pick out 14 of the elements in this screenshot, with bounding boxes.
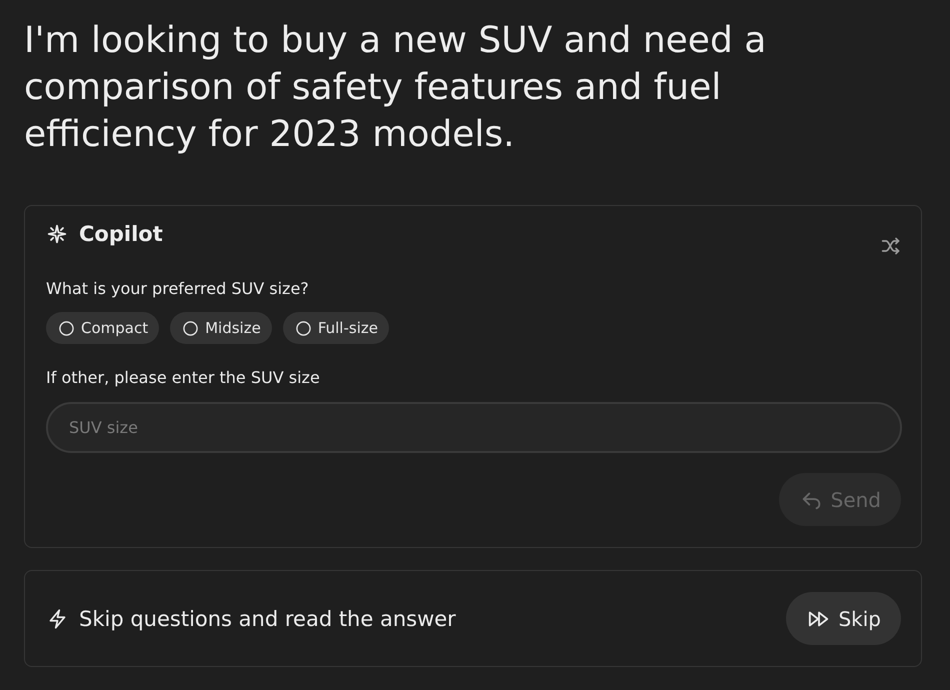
lightning-icon [47,606,68,630]
question-text: What is your preferred SUV size? [46,278,310,300]
shuffle-icon [881,236,901,256]
shuffle-button[interactable] [881,236,901,256]
skip-button[interactable]: Skip [786,592,901,645]
option-chip[interactable]: Midsize [170,312,272,344]
option-chip[interactable]: Compact [46,312,160,344]
prompt-heading: I'm looking to buy a new SUV and need a comparison of safety features and fuel efficiency for 2023 models. [24,19,768,157]
other-label: If other, please enter the SUV size [46,367,321,389]
skip-text: Skip questions and read the answer [79,606,456,630]
sparkle-icon [46,223,68,245]
copilot-title: Copilot [79,221,163,248]
option-chip[interactable]: Full-size [282,312,389,344]
suv-size-input[interactable]: SUV size [46,402,902,453]
